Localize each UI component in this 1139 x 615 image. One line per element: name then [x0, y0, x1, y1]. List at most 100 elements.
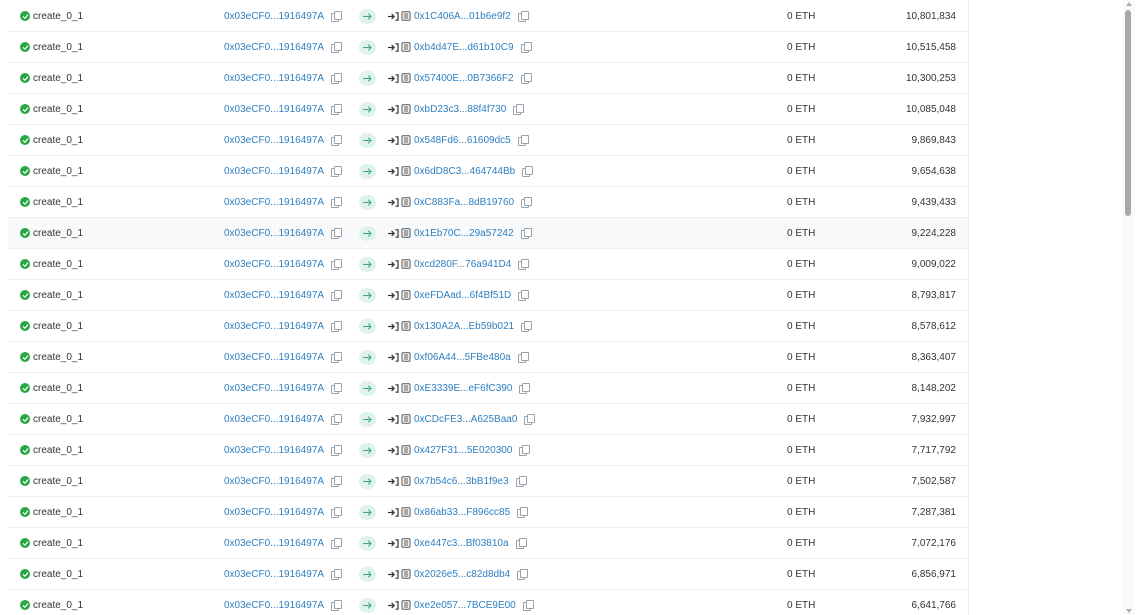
copy-icon[interactable]: [331, 569, 343, 580]
table-row: create_0_1 0x03eCF0...1916497A 0x86ab33...…: [8, 497, 968, 528]
from-address-link[interactable]: 0x03eCF0...1916497A: [224, 352, 324, 363]
copy-icon[interactable]: [331, 352, 343, 363]
block-number: 10,085,048: [905, 103, 956, 115]
to-address-link[interactable]: 0x6dD8C3...464744Bb: [414, 166, 515, 177]
to-cell: 0xC883Fa...8dB19760: [388, 187, 533, 217]
to-address-link[interactable]: 0x548Fd6...61609dc5: [414, 135, 511, 146]
to-address-link[interactable]: 0x86ab33...F896cc85: [414, 507, 510, 518]
copy-icon[interactable]: [331, 476, 343, 487]
to-address-link[interactable]: 0x2026e5...c82d8db4: [414, 569, 510, 580]
from-cell: 0x03eCF0...1916497A: [224, 373, 343, 403]
copy-icon[interactable]: [520, 73, 532, 84]
check-circle-icon: [20, 42, 30, 52]
copy-icon[interactable]: [515, 538, 527, 549]
from-address-link[interactable]: 0x03eCF0...1916497A: [224, 321, 324, 332]
copy-icon[interactable]: [517, 11, 529, 22]
from-address-link[interactable]: 0x03eCF0...1916497A: [224, 166, 324, 177]
from-cell: 0x03eCF0...1916497A: [224, 63, 343, 93]
copy-icon[interactable]: [331, 321, 343, 332]
from-address-link[interactable]: 0x03eCF0...1916497A: [224, 600, 324, 611]
from-address-link[interactable]: 0x03eCF0...1916497A: [224, 538, 324, 549]
copy-icon[interactable]: [519, 445, 531, 456]
copy-icon[interactable]: [331, 290, 343, 301]
to-address-link[interactable]: 0x1C406A...01b6e9f2: [414, 11, 511, 22]
scroll-thumb[interactable]: [1125, 10, 1131, 216]
copy-icon[interactable]: [331, 104, 343, 115]
to-address-link[interactable]: 0xe447c3...Bf03810a: [414, 538, 509, 549]
copy-icon[interactable]: [519, 383, 531, 394]
copy-icon[interactable]: [521, 197, 533, 208]
to-address-link[interactable]: 0xC883Fa...8dB19760: [414, 197, 514, 208]
to-address-link[interactable]: 0x130A2A...Eb59b021: [414, 321, 514, 332]
to-address-link[interactable]: 0xe2e057...7BCE9E00: [414, 600, 516, 611]
contract-icon: [401, 569, 411, 579]
from-address-link[interactable]: 0x03eCF0...1916497A: [224, 104, 324, 115]
copy-icon[interactable]: [331, 259, 343, 270]
to-address-link[interactable]: 0xbD23c3...88f4f730: [414, 104, 506, 115]
to-address-link[interactable]: 0x427F31...5E020300: [414, 445, 512, 456]
copy-icon[interactable]: [517, 352, 529, 363]
check-circle-icon: [20, 383, 30, 393]
copy-icon[interactable]: [522, 600, 534, 611]
from-address-link[interactable]: 0x03eCF0...1916497A: [224, 383, 324, 394]
contract-icon: [401, 445, 411, 455]
to-address-link[interactable]: 0xeFDAad...6f4Bf51D: [414, 290, 511, 301]
copy-icon[interactable]: [520, 42, 532, 53]
copy-icon[interactable]: [517, 135, 529, 146]
copy-icon[interactable]: [331, 197, 343, 208]
copy-icon[interactable]: [521, 321, 533, 332]
check-circle-icon: [20, 507, 30, 517]
arrow-right-icon: [359, 318, 376, 334]
copy-icon[interactable]: [524, 414, 536, 425]
copy-icon[interactable]: [522, 166, 534, 177]
to-address-link[interactable]: 0x1Eb70C...29a57242: [414, 228, 514, 239]
copy-icon[interactable]: [331, 600, 343, 611]
direction-cell: [359, 342, 376, 372]
from-cell: 0x03eCF0...1916497A: [224, 187, 343, 217]
from-address-link[interactable]: 0x03eCF0...1916497A: [224, 42, 324, 53]
copy-icon[interactable]: [518, 259, 530, 270]
from-address-link[interactable]: 0x03eCF0...1916497A: [224, 507, 324, 518]
value-cell: 0 ETH: [787, 382, 816, 394]
to-address-link[interactable]: 0xE3339E...eF6fC390: [414, 383, 512, 394]
to-address-link[interactable]: 0x7b54c6...3bB1f9e3: [414, 476, 509, 487]
to-address-link[interactable]: 0xcd280F...76a941D4: [414, 259, 511, 270]
from-address-link[interactable]: 0x03eCF0...1916497A: [224, 197, 324, 208]
copy-icon[interactable]: [515, 476, 527, 487]
copy-icon[interactable]: [331, 135, 343, 146]
copy-icon[interactable]: [517, 569, 529, 580]
copy-icon[interactable]: [331, 11, 343, 22]
from-address-link[interactable]: 0x03eCF0...1916497A: [224, 228, 324, 239]
enter-icon: [388, 197, 399, 207]
from-address-link[interactable]: 0x03eCF0...1916497A: [224, 135, 324, 146]
to-address-link[interactable]: 0xb4d47E...d61b10C9: [414, 42, 514, 53]
copy-icon[interactable]: [517, 507, 529, 518]
copy-icon[interactable]: [331, 228, 343, 239]
copy-icon[interactable]: [513, 104, 525, 115]
vertical-scrollbar[interactable]: [1123, 0, 1135, 615]
scroll-down-icon[interactable]: [1126, 609, 1132, 613]
to-address-link[interactable]: 0x57400E...0B7366F2: [414, 73, 514, 84]
copy-icon[interactable]: [331, 414, 343, 425]
copy-icon[interactable]: [331, 507, 343, 518]
copy-icon[interactable]: [331, 166, 343, 177]
from-address-link[interactable]: 0x03eCF0...1916497A: [224, 414, 324, 425]
copy-icon[interactable]: [331, 383, 343, 394]
from-address-link[interactable]: 0x03eCF0...1916497A: [224, 569, 324, 580]
from-address-link[interactable]: 0x03eCF0...1916497A: [224, 290, 324, 301]
to-cell: 0xcd280F...76a941D4: [388, 249, 530, 279]
to-address-link[interactable]: 0xf06A44...5FBe480a: [414, 352, 511, 363]
copy-icon[interactable]: [518, 290, 530, 301]
from-address-link[interactable]: 0x03eCF0...1916497A: [224, 259, 324, 270]
copy-icon[interactable]: [520, 228, 532, 239]
from-address-link[interactable]: 0x03eCF0...1916497A: [224, 476, 324, 487]
scroll-up-icon[interactable]: [1126, 2, 1132, 6]
from-address-link[interactable]: 0x03eCF0...1916497A: [224, 73, 324, 84]
copy-icon[interactable]: [331, 538, 343, 549]
copy-icon[interactable]: [331, 445, 343, 456]
copy-icon[interactable]: [331, 42, 343, 53]
from-address-link[interactable]: 0x03eCF0...1916497A: [224, 11, 324, 22]
to-address-link[interactable]: 0xCDcFE3...A625Baa0: [414, 414, 517, 425]
from-address-link[interactable]: 0x03eCF0...1916497A: [224, 445, 324, 456]
copy-icon[interactable]: [331, 73, 343, 84]
